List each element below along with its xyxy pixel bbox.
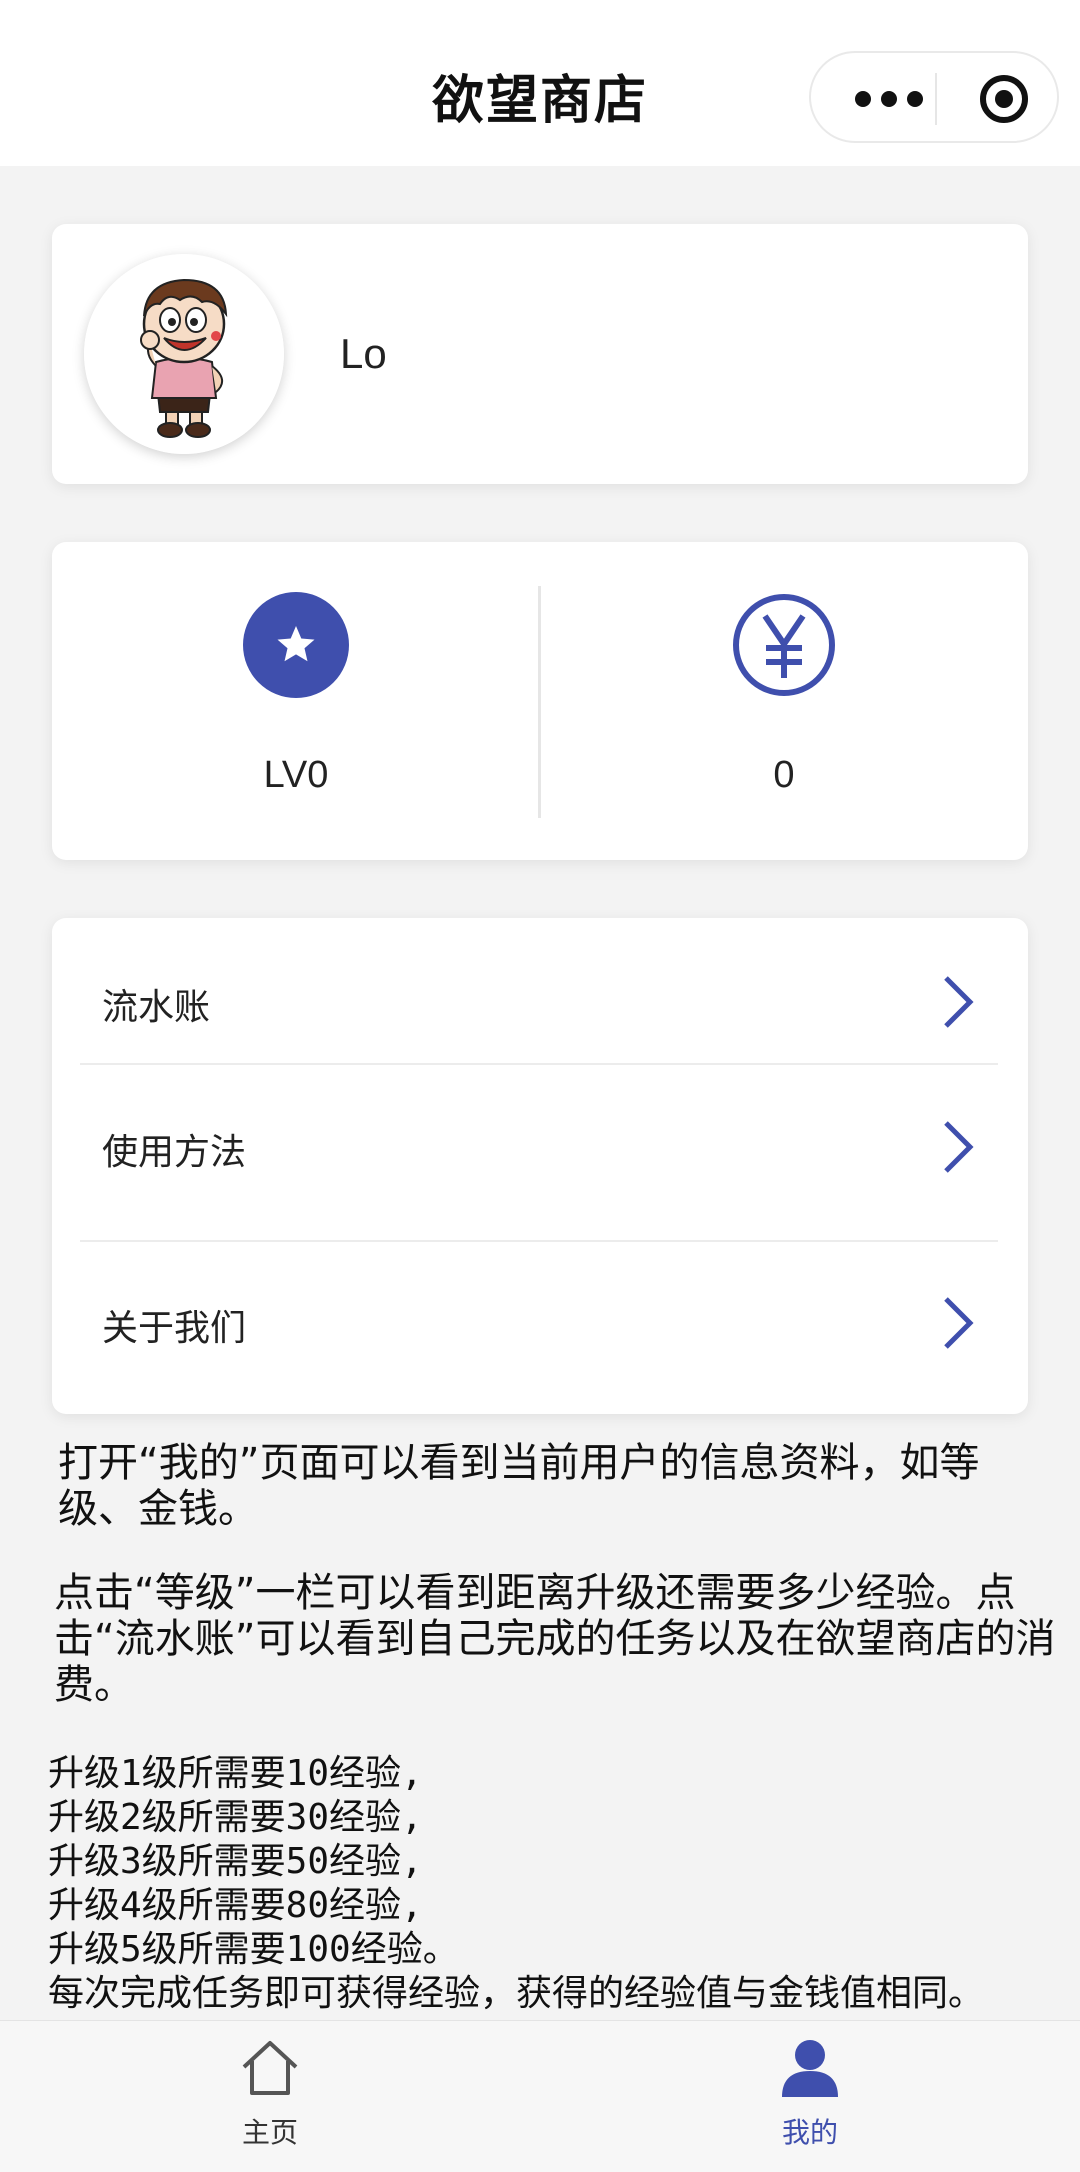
person-icon [782,2040,838,2097]
username: Lo [340,330,387,377]
tab-mine-label: 我的 [781,2116,838,2149]
rule-line: 升级5级所需要100经验。 [48,1929,459,1970]
rule-line: 升级3级所需要50经验, [48,1841,423,1882]
record-target-icon[interactable] [978,73,1030,125]
tab-bar: 主页 我的 [0,2020,1080,2172]
navigation-bar: 欲望商店 [0,0,1080,166]
capsule-divider [935,73,937,125]
menu-item-ledger[interactable]: 流水账 [52,918,1028,1083]
rule-line: 升级4级所需要80经验, [48,1885,423,1926]
mini-program-capsule [809,51,1059,143]
chevron-right-icon [944,976,974,1028]
menu-card: 流水账 使用方法 关于我们 [52,918,1028,1414]
menu-item-label: 流水账 [102,987,211,1028]
rule-line: 升级2级所需要30经验, [48,1797,423,1838]
menu-item-about[interactable]: 关于我们 [52,1249,1028,1414]
home-icon [242,2041,298,2095]
menu-item-label: 关于我们 [102,1308,247,1349]
chevron-right-icon [944,1121,974,1173]
cartoon-avatar-icon [84,254,284,454]
chevron-right-icon [944,1297,974,1349]
level-stat[interactable]: LV0 [52,542,540,860]
tab-home[interactable]: 主页 [0,2021,540,2172]
menu-item-usage[interactable]: 使用方法 [52,1083,1028,1248]
level-rules: 升级1级所需要10经验, 升级2级所需要30经验, 升级3级所需要50经验, 升… [48,1752,1078,2016]
menu-divider [80,1063,998,1065]
more-dots-icon[interactable] [849,81,929,117]
money-stat[interactable]: 0 [540,542,1028,860]
star-icon [243,592,349,698]
menu-divider [80,1240,998,1242]
stats-card: LV0 0 [52,542,1028,860]
tab-mine[interactable]: 我的 [540,2021,1080,2172]
rule-line: 升级1级所需要10经验, [48,1753,423,1794]
profile-card[interactable]: Lo [52,224,1028,484]
rule-line: 每次完成任务即可获得经验，获得的经验值与金钱值相同。 [48,1973,985,2014]
avatar[interactable] [84,254,284,454]
help-paragraph-1: 打开“我的”页面可以看到当前用户的信息资料，如等级、金钱。 [58,1440,980,1532]
tab-home-label: 主页 [241,2116,298,2149]
yen-icon [733,594,835,696]
menu-item-label: 使用方法 [102,1132,247,1173]
level-value: LV0 [263,754,329,796]
help-paragraph-2: 点击“等级”一栏可以看到距离升级还需要多少经验。点击“流水账”可以看到自己完成的… [54,1570,1056,1708]
money-value: 0 [773,754,795,796]
